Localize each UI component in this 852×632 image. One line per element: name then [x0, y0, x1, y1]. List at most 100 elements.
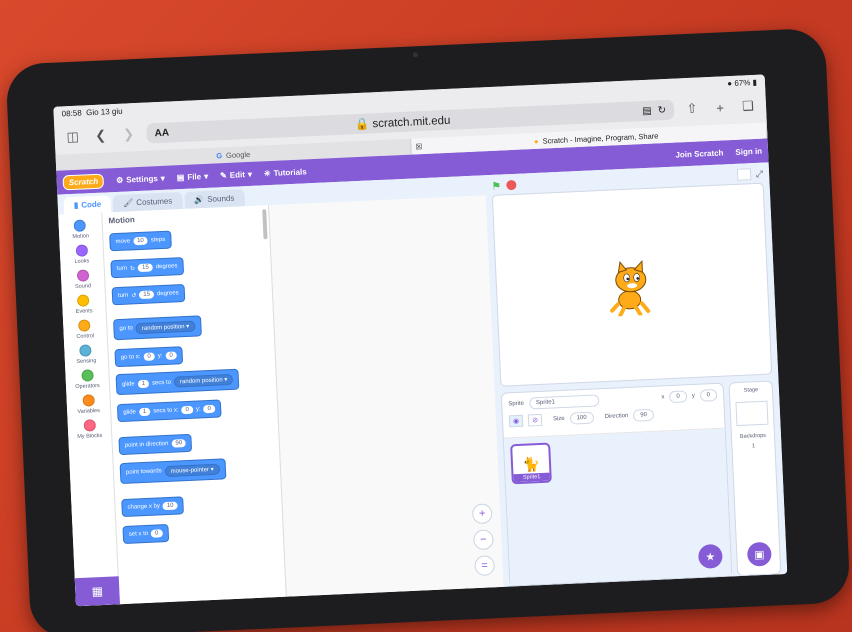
sprite-name-input[interactable]: Sprite1: [528, 394, 600, 410]
text-size-button[interactable]: AA: [154, 127, 169, 139]
block-input[interactable]: 10: [133, 236, 149, 246]
block-text: change x by: [127, 502, 161, 511]
point-towards-block[interactable]: point towards mouse-pointer ▾: [119, 457, 227, 484]
turn-left-block[interactable]: turn ↺ 15 degrees: [111, 284, 186, 306]
size-label: Size: [552, 415, 565, 423]
blocks-section-title: Motion: [108, 215, 135, 226]
row-spacer: [604, 398, 657, 400]
tutorials-button[interactable]: ✳ Tutorials: [264, 167, 307, 178]
file-menu[interactable]: ▤ File ▾: [177, 171, 209, 181]
x-input[interactable]: 0: [669, 390, 688, 404]
turn-right-block[interactable]: turn ↻ 15 degrees: [110, 257, 184, 279]
cat-add-icon: ★: [705, 550, 716, 564]
reader-icon[interactable]: ▤: [642, 105, 652, 116]
settings-menu[interactable]: ⚙ Settings ▾: [116, 173, 165, 184]
category-label: Looks: [74, 258, 90, 265]
left-panel: ▮ Code 🖌 Costumes 🔊 Sounds Motion Looks Sou…: [57, 185, 286, 607]
sign-in-link[interactable]: Sign in: [735, 146, 762, 156]
share-icon[interactable]: ⇧: [682, 99, 703, 118]
go-to-block[interactable]: go to random position ▾: [113, 314, 202, 340]
reload-icon[interactable]: ↻: [657, 104, 666, 115]
zoom-in-button[interactable]: +: [471, 503, 493, 525]
forward-icon[interactable]: ❯: [118, 125, 139, 144]
blocks-list: Motion move 10 steps turn ↻ 15 degrees turn ↺ 1…: [102, 205, 286, 604]
scratch-editor: ▮ Code 🖌 Costumes 🔊 Sounds Motion Looks Sou…: [57, 162, 788, 607]
category-variables[interactable]: Variables: [77, 394, 100, 415]
green-flag-icon[interactable]: ⚑: [491, 179, 501, 192]
scratch-logo[interactable]: Scratch: [62, 173, 105, 190]
block-input[interactable]: 0: [165, 350, 177, 360]
go-to-xy-block[interactable]: go to x: 0 y: 0: [114, 345, 184, 367]
tutorials-label: Tutorials: [273, 166, 307, 178]
settings-label: Settings: [126, 173, 158, 185]
block-input[interactable]: 15: [137, 263, 153, 273]
add-sprite-button[interactable]: ★: [697, 543, 723, 569]
new-tab-icon[interactable]: +: [710, 98, 731, 117]
category-sound[interactable]: Sound: [74, 269, 91, 290]
edit-menu[interactable]: ✎ Edit ▾: [220, 169, 252, 179]
block-dropdown[interactable]: random position ▾: [173, 373, 234, 388]
block-input[interactable]: 90: [171, 439, 187, 448]
size-input[interactable]: 100: [569, 411, 594, 425]
block-input[interactable]: 15: [139, 290, 155, 300]
rotate-right-icon: ↻: [129, 265, 136, 272]
category-sensing[interactable]: Sensing: [76, 344, 96, 365]
google-icon: G: [215, 150, 223, 160]
set-x-block[interactable]: set x to 0: [122, 523, 169, 544]
code-icon: ▮: [73, 200, 79, 210]
cat-sprite[interactable]: [604, 259, 658, 317]
block-input[interactable]: 1: [138, 407, 151, 417]
move-steps-block[interactable]: move 10 steps: [109, 230, 172, 252]
y-input[interactable]: 0: [699, 388, 718, 402]
glide-to-block[interactable]: glide 1 secs to random position ▾: [115, 368, 240, 396]
sensing-dot-icon: [79, 344, 93, 357]
stage-canvas[interactable]: [491, 182, 773, 387]
palette-scrollbar[interactable]: [262, 209, 268, 240]
stage-pane[interactable]: Stage Backdrops 1 ▣: [728, 380, 782, 577]
back-icon[interactable]: ❮: [90, 126, 111, 145]
fullscreen-icon[interactable]: ⤢: [756, 168, 764, 179]
category-my-blocks[interactable]: My Blocks: [77, 419, 102, 440]
block-dropdown[interactable]: random position ▾: [135, 320, 196, 334]
block-input[interactable]: 0: [181, 405, 194, 415]
motion-dot-icon: [73, 219, 87, 232]
add-extension-button[interactable]: ▦: [74, 576, 120, 607]
category-looks[interactable]: Looks: [74, 244, 90, 265]
category-events[interactable]: Events: [75, 294, 93, 315]
rotate-left-icon: ↺: [131, 292, 137, 299]
show-sprite-icon[interactable]: ◉: [508, 414, 524, 428]
change-x-block[interactable]: change x by 10: [121, 495, 184, 517]
block-input[interactable]: 0: [203, 404, 216, 414]
category-motion[interactable]: Motion: [72, 219, 89, 240]
small-stage-icon[interactable]: [736, 168, 752, 181]
hide-sprite-icon[interactable]: ⊘: [527, 413, 543, 427]
category-control[interactable]: Control: [76, 319, 94, 340]
block-input[interactable]: 1: [137, 379, 150, 388]
zoom-reset-button[interactable]: =: [474, 555, 496, 577]
sprite-name-label: Sprite: [508, 400, 525, 408]
point-direction-block[interactable]: point in direction 90: [118, 433, 193, 456]
direction-label: Direction: [604, 413, 629, 421]
tab-code[interactable]: ▮ Code: [63, 195, 112, 215]
block-input[interactable]: 10: [162, 501, 178, 510]
tabs-overview-icon[interactable]: ❏: [738, 97, 759, 116]
tab-close-icon[interactable]: ☒: [415, 142, 422, 151]
tab-scratch-label: Scratch - Imagine, Program, Share: [542, 130, 659, 146]
sprite-thumbnail[interactable]: 🐈 Sprite1: [510, 442, 552, 485]
code-workspace[interactable]: + − =: [268, 195, 504, 597]
join-scratch-link[interactable]: Join Scratch: [675, 148, 723, 159]
block-text: set x to: [128, 530, 149, 538]
tab-google-label: Google: [225, 149, 251, 160]
stage-thumbnail[interactable]: [735, 400, 769, 427]
add-backdrop-button[interactable]: ▣: [746, 541, 772, 567]
sidebar-toggle-icon[interactable]: ◫: [62, 127, 83, 146]
tab-code-label: Code: [81, 199, 102, 210]
stop-icon[interactable]: [506, 179, 517, 191]
glide-xy-block[interactable]: glide 1 secs to x: 0 y: 0: [116, 399, 222, 423]
block-input[interactable]: 0: [143, 351, 155, 361]
block-input[interactable]: 0: [150, 528, 163, 538]
block-dropdown[interactable]: mouse-pointer ▾: [164, 463, 220, 477]
zoom-out-button[interactable]: −: [472, 529, 494, 551]
category-operators[interactable]: Operators: [75, 369, 100, 390]
direction-input[interactable]: 90: [633, 408, 655, 422]
